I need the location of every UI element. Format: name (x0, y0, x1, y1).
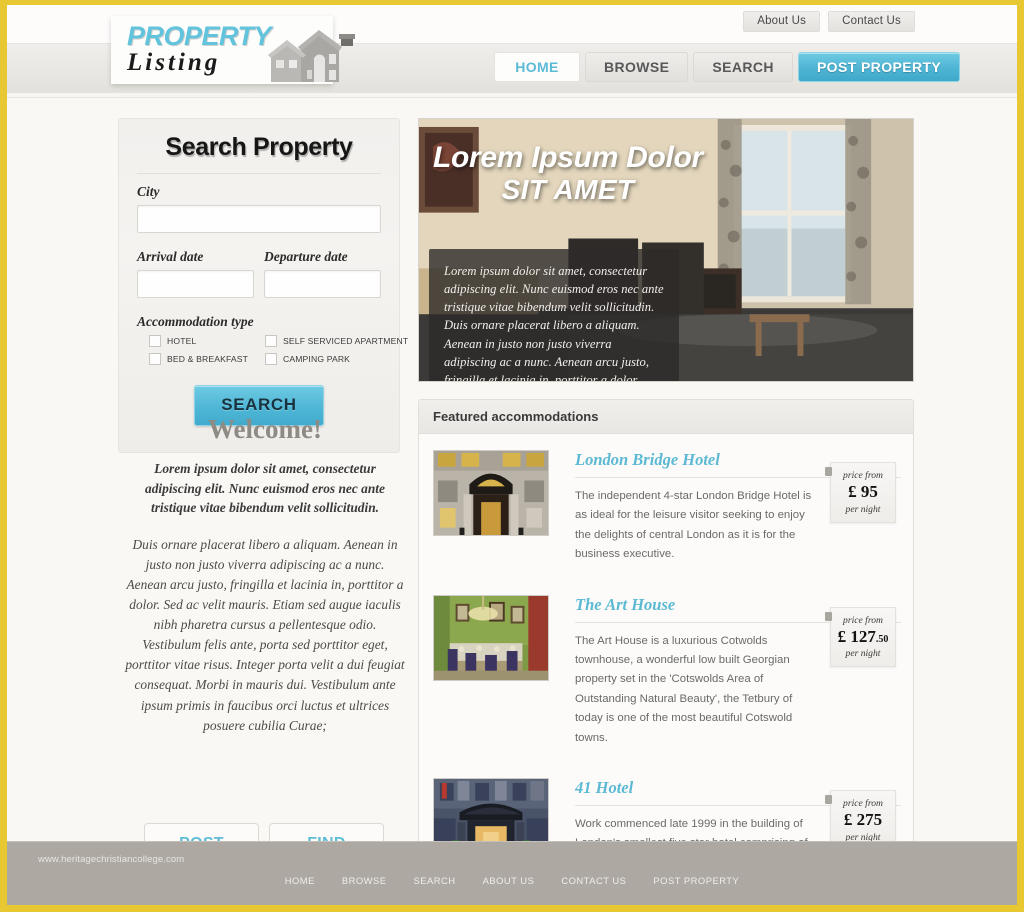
arrival-date-input[interactable] (137, 270, 254, 298)
price-value: 95 (860, 482, 878, 501)
search-property-panel: Search Property City Arrival date Depart… (118, 118, 408, 453)
featured-accommodations-panel: Featured accommodations London Bridge Ho… (418, 399, 914, 905)
footer-link-about-us[interactable]: ABOUT US (483, 875, 535, 886)
hero-description: Lorem ipsum dolor sit amet, consectetur … (444, 264, 664, 382)
price-currency: £ (848, 482, 857, 501)
price-currency: £ (837, 626, 847, 646)
price-amount: £ 275 (835, 809, 891, 830)
checkbox-label-camping-park: CAMPING PARK (283, 354, 351, 364)
accommodation-type-label: Accommodation type (137, 314, 254, 329)
checkbox-label-hotel: HOTEL (167, 336, 197, 346)
checkbox-item-camping-park[interactable]: CAMPING PARK (265, 353, 381, 365)
listing-thumbnail[interactable] (433, 450, 549, 536)
price-amount: £ 127.50 (835, 626, 891, 647)
hero-banner[interactable]: Lorem Ipsum Dolor SIT AMET Lorem ipsum d… (418, 118, 914, 382)
page-frame: About Us Contact Us HOME BROWSE SEARCH P… (7, 5, 1017, 905)
footer-nav: HOME BROWSE SEARCH ABOUT US CONTACT US P… (7, 875, 1017, 886)
checkbox-self-serviced-apartment[interactable] (265, 335, 277, 347)
nav-item-home[interactable]: HOME (494, 52, 580, 82)
main-content: Search Property City Arrival date Depart… (7, 94, 1017, 905)
hero-title: Lorem Ipsum Dolor SIT AMET (433, 141, 893, 206)
pin-icon (825, 794, 832, 804)
checkbox-item-bed-and-breakfast[interactable]: BED & BREAKFAST (149, 353, 265, 365)
search-panel-title: Search Property (137, 133, 381, 174)
price-from-label: price from (843, 797, 883, 809)
listing-description: The Art House is a luxurious Cotwolds to… (575, 634, 793, 744)
footer-link-contact-us[interactable]: CONTACT US (561, 875, 626, 886)
city-input[interactable] (137, 205, 381, 233)
price-box: price from £ 127.50 per night (825, 606, 896, 668)
hero-text-box: Lorem ipsum dolor sit amet, consectetur … (429, 249, 679, 382)
welcome-lead-text: Lorem ipsum dolor sit amet, consectetur … (145, 461, 385, 516)
checkbox-label-bed-and-breakfast: BED & BREAKFAST (167, 354, 249, 364)
checkbox-label-self-serviced-apartment: SELF SERVICED APARTMENT (283, 336, 409, 346)
listing-item[interactable]: London Bridge Hotel The independent 4-st… (419, 434, 913, 579)
listing-thumbnail[interactable] (433, 594, 549, 681)
price-per-label: per night (845, 648, 881, 660)
price-value: 275 (856, 809, 883, 829)
price-value: 127 (850, 626, 876, 646)
price-fraction: .50 (875, 633, 889, 645)
footer-link-browse[interactable]: BROWSE (342, 875, 387, 886)
price-from-label: price from (843, 614, 883, 626)
welcome-title: Welcome! (208, 414, 322, 444)
accommodation-type-group: Accommodation type HOTEL SELF SERVICED A… (137, 314, 408, 371)
price-per-label: per night (845, 503, 881, 515)
welcome-section: Welcome! Lorem ipsum dolor sit amet, con… (125, 414, 405, 736)
utility-nav: About Us Contact Us (743, 11, 915, 32)
checkbox-hotel[interactable] (149, 335, 161, 347)
pin-icon (825, 467, 832, 476)
checkbox-item-hotel[interactable]: HOTEL (149, 335, 265, 347)
departure-date-group: Departure date (264, 249, 381, 298)
hero-title-line1: Lorem Ipsum Dolor (433, 141, 703, 174)
footer-link-home[interactable]: HOME (285, 875, 315, 886)
listing-description: The independent 4-star London Bridge Hot… (575, 490, 812, 561)
listing-body: London Bridge Hotel The independent 4-st… (549, 450, 901, 565)
price-from-label: price from (843, 470, 883, 481)
nav-item-post-property[interactable]: POST PROPERTY (797, 52, 961, 82)
footer-watermark: www.heritagechristiancollege.com (38, 854, 185, 865)
departure-date-label: Departure date (264, 249, 348, 264)
listing-body: The Art House The Art House is a luxurio… (549, 595, 901, 748)
price-amount: £ 95 (835, 482, 891, 502)
hero-title-line2: SIT AMET (501, 174, 635, 205)
checkbox-camping-park[interactable] (265, 353, 277, 365)
featured-accommodations-heading: Featured accommodations (419, 400, 913, 434)
footer-link-search[interactable]: SEARCH (414, 875, 456, 886)
listing-item[interactable]: The Art House The Art House is a luxurio… (419, 579, 913, 762)
dining-room-image (434, 595, 548, 680)
arrival-date-label: Arrival date (137, 249, 204, 264)
date-field-group: Arrival date Departure date (137, 249, 381, 298)
nav-item-browse[interactable]: BROWSE (585, 52, 689, 82)
utility-link-about-us[interactable]: About Us (743, 11, 821, 32)
hotel-facade-image (434, 451, 548, 535)
departure-date-input[interactable] (264, 270, 381, 298)
checkbox-bed-and-breakfast[interactable] (149, 353, 161, 365)
nav-item-search[interactable]: SEARCH (693, 52, 793, 82)
main-nav: HOME BROWSE SEARCH POST PROPERTY (494, 52, 961, 82)
arrival-date-group: Arrival date (137, 249, 254, 298)
pin-icon (825, 611, 832, 621)
footer-link-post-property[interactable]: POST PROPERTY (653, 875, 739, 886)
accommodation-type-options: HOTEL SELF SERVICED APARTMENT BED & BREA… (137, 335, 408, 371)
site-logo[interactable]: PROPERTY Listing (111, 16, 355, 84)
welcome-body-text: Duis ornare placerat libero a aliquam. A… (125, 536, 405, 733)
checkbox-item-self-serviced-apartment[interactable]: SELF SERVICED APARTMENT (265, 335, 408, 347)
house-icon (268, 30, 355, 82)
site-footer: www.heritagechristiancollege.com HOME BR… (7, 841, 1017, 905)
utility-link-contact-us[interactable]: Contact Us (828, 11, 915, 32)
city-field-group: City (137, 184, 381, 233)
city-label: City (137, 184, 160, 199)
price-currency: £ (843, 809, 853, 829)
price-box: price from £ 95 per night (825, 462, 896, 523)
